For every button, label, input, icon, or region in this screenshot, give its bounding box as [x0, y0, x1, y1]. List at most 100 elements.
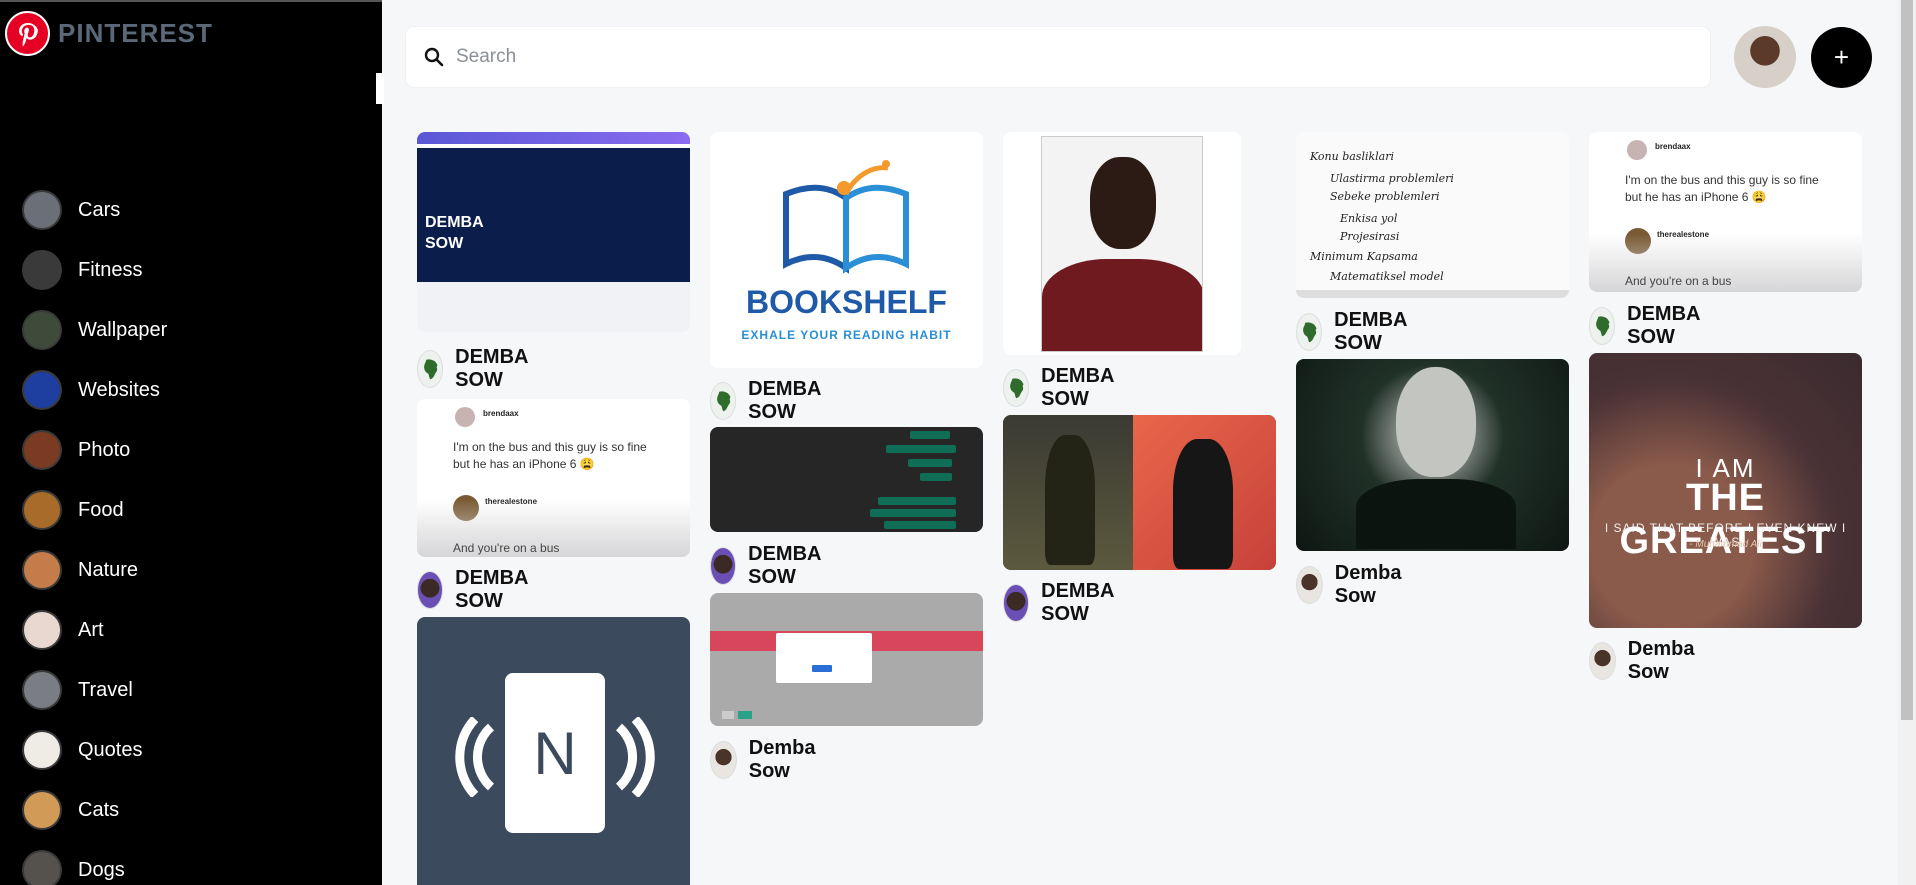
page-scrollbar[interactable]: [1898, 0, 1916, 885]
face-avatar-icon: [1003, 584, 1030, 622]
pin-image[interactable]: [1003, 415, 1276, 570]
tweet-footer: And you're on a bus: [1625, 274, 1732, 288]
pin-author[interactable]: Demba Sow: [710, 737, 827, 783]
author-name: DEMBA SOW: [455, 346, 528, 391]
sidebar-item-photo[interactable]: Photo: [22, 430, 167, 470]
africa-avatar-icon: [1003, 369, 1030, 407]
photo-avatar-icon: [710, 741, 737, 779]
sidebar: PINTEREST Cars Fitness Wallpaper Websites Ph…: [0, 0, 384, 885]
category-thumbnail: [22, 610, 62, 650]
notes-item: Enkisa yol: [1340, 212, 1398, 225]
sidebar-item-label: Wallpaper: [78, 318, 168, 341]
sidebar-item-fitness[interactable]: Fitness: [22, 250, 167, 290]
sidebar-item-dogs[interactable]: Dogs: [22, 850, 167, 885]
sidebar-item-food[interactable]: Food: [22, 490, 167, 530]
author-name: DEMBA SOW: [1334, 309, 1407, 354]
category-thumbnail: [22, 550, 62, 590]
pin-author[interactable]: DEMBA SOW: [1589, 303, 1712, 349]
book-logo-icon: [783, 160, 909, 274]
pin-image[interactable]: [1296, 359, 1569, 551]
author-name: Demba Sow: [748, 737, 816, 782]
sidebar-item-label: Cars: [78, 198, 121, 221]
search-icon: [424, 47, 444, 67]
sidebar-item-travel[interactable]: Travel: [22, 670, 167, 710]
notes-item: Sebeke problemleri: [1330, 190, 1440, 203]
sidebar-item-label: Websites: [78, 378, 160, 401]
pinterest-logo-icon: [5, 11, 50, 56]
pin-image[interactable]: BOOKSHELF EXHALE YOUR READING HABIT: [710, 132, 983, 368]
category-thumbnail: [22, 370, 62, 410]
sidebar-item-label: Cats: [78, 798, 120, 821]
pin-author[interactable]: DEMBA SOW: [710, 378, 833, 424]
pin-image[interactable]: I AM THE GREATEST I SAID THAT BEFORE I E…: [1589, 353, 1862, 628]
sidebar-collapse-handle[interactable]: [376, 73, 384, 104]
category-thumbnail: [22, 250, 62, 290]
sidebar-item-websites[interactable]: Websites: [22, 370, 167, 410]
tweet-body: I'm on the bus and this guy is so fine b…: [1625, 173, 1819, 204]
tweet-handle: brendaax: [483, 409, 519, 418]
category-thumbnail: [22, 850, 62, 885]
sidebar-item-nature[interactable]: Nature: [22, 550, 167, 590]
pin-image[interactable]: [710, 427, 983, 532]
sidebar-item-label: Travel: [78, 678, 133, 701]
sidebar-item-label: Fitness: [78, 258, 143, 281]
sidebar-item-cars[interactable]: Cars: [22, 190, 167, 230]
search-bar[interactable]: [406, 27, 1710, 87]
notes-item: Matematiksel model: [1330, 270, 1444, 283]
sidebar-item-label: Photo: [78, 438, 131, 461]
pin-image-text: THE GREATEST: [1619, 477, 1832, 562]
face-avatar-icon: [417, 571, 444, 609]
pin-image-text: BOOKSHELF: [746, 284, 947, 320]
notes-title: Konu basliklari: [1310, 150, 1395, 163]
category-thumbnail: [22, 670, 62, 710]
pin-author[interactable]: Demba Sow: [1296, 562, 1413, 608]
sidebar-item-label: Art: [78, 618, 104, 641]
tweet-body: I'm on the bus and this guy is so fine b…: [453, 440, 647, 471]
pin-author[interactable]: DEMBA SOW: [417, 567, 540, 613]
search-input[interactable]: [456, 46, 1656, 68]
pin-image[interactable]: [1003, 132, 1241, 355]
category-thumbnail: [22, 430, 62, 470]
pin-image[interactable]: brendaax I'm on the bus and this guy is …: [417, 399, 690, 557]
add-pin-button[interactable]: +: [1811, 27, 1872, 88]
author-name: Demba Sow: [1334, 562, 1402, 607]
app-logo[interactable]: PINTEREST: [5, 11, 213, 56]
sidebar-item-wallpaper[interactable]: Wallpaper: [22, 310, 167, 350]
sidebar-item-cats[interactable]: Cats: [22, 790, 167, 830]
category-thumbnail: [22, 190, 62, 230]
pin-author[interactable]: DEMBA SOW: [417, 346, 540, 392]
nfc-card: N: [505, 673, 605, 833]
pin-image[interactable]: [710, 593, 983, 726]
sidebar-item-quotes[interactable]: Quotes: [22, 730, 167, 770]
pin-image-text: EXHALE YOUR READING HABIT: [741, 328, 952, 342]
pin-image-text: DEMBA: [425, 214, 484, 231]
notes-item: Ulastirma problemleri: [1330, 172, 1454, 185]
sidebar-item-art[interactable]: Art: [22, 610, 167, 650]
author-name: DEMBA SOW: [748, 543, 821, 588]
pin-author[interactable]: DEMBA SOW: [1296, 309, 1419, 355]
pin-author[interactable]: DEMBA SOW: [1003, 365, 1126, 411]
pin-author[interactable]: Demba Sow: [1589, 638, 1706, 684]
user-avatar[interactable]: [1734, 26, 1796, 88]
author-name: DEMBA SOW: [1041, 580, 1114, 625]
photo-avatar-icon: [1296, 566, 1323, 604]
pin-image-text: SOW: [425, 235, 464, 252]
sidebar-item-label: Nature: [78, 558, 139, 581]
sidebar-item-label: Dogs: [78, 858, 125, 881]
africa-avatar-icon: [710, 382, 737, 420]
tweet-footer: And you're on a bus: [453, 541, 560, 555]
author-name: Demba Sow: [1627, 638, 1695, 683]
notes-item: Projesirasi: [1340, 230, 1400, 243]
pin-author[interactable]: DEMBA SOW: [710, 543, 833, 589]
africa-avatar-icon: [1296, 313, 1323, 351]
pin-author[interactable]: DEMBA SOW: [1003, 580, 1126, 626]
pin-image[interactable]: N: [417, 617, 690, 885]
category-thumbnail: [22, 490, 62, 530]
pin-image[interactable]: brendaax I'm on the bus and this guy is …: [1589, 132, 1862, 292]
scrollbar-thumb[interactable]: [1901, 0, 1913, 720]
pin-image[interactable]: Konu basliklari Ulastirma problemleri Se…: [1296, 132, 1569, 298]
category-list: Cars Fitness Wallpaper Websites Photo Food Nat…: [22, 190, 167, 885]
pin-image[interactable]: DEMBA SOW: [417, 132, 690, 332]
face-avatar-icon: [710, 547, 737, 585]
category-thumbnail: [22, 790, 62, 830]
